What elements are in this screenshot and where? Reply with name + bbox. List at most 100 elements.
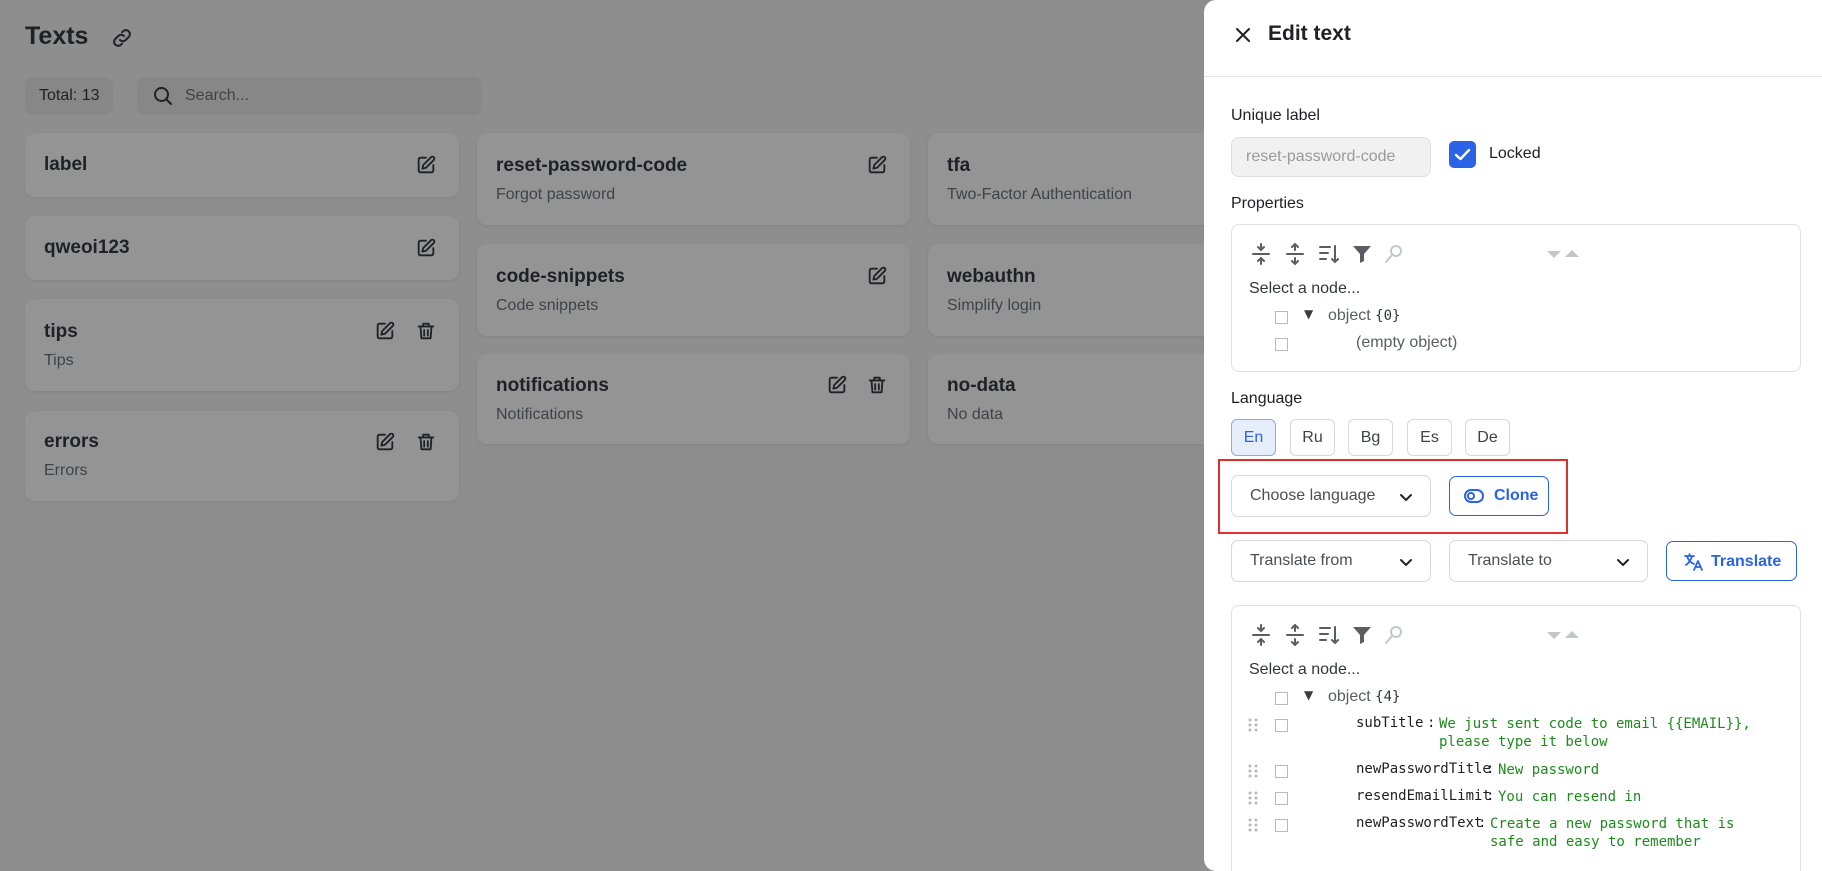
properties-label: Properties: [1231, 195, 1304, 212]
tree-checkbox[interactable]: [1275, 819, 1288, 832]
card-title: notifications: [496, 375, 609, 396]
card-subtitle: Notifications: [496, 406, 584, 423]
tree-value[interactable]: Create a new password that is safe and e…: [1490, 815, 1734, 851]
translate-icon: [1684, 553, 1703, 571]
dropdown-label: Translate from: [1250, 552, 1353, 569]
close-icon[interactable]: [1232, 24, 1254, 46]
tree-entry-row[interactable]: resendEmailLimit : You can resend in: [1232, 788, 1792, 810]
card-title: reset-password-code: [496, 155, 688, 176]
clone-button[interactable]: Clone: [1449, 476, 1549, 516]
search-icon[interactable]: [1383, 243, 1405, 265]
text-card-webauthn[interactable]: webauthn Simplify login: [928, 244, 1228, 336]
translate-from-dropdown[interactable]: Translate from: [1231, 540, 1431, 582]
search-icon[interactable]: [1383, 624, 1405, 646]
language-tab-de[interactable]: De: [1465, 419, 1510, 456]
collapse-all-icon[interactable]: [1284, 624, 1306, 646]
tree-checkbox[interactable]: [1275, 719, 1288, 732]
drag-handle-icon[interactable]: [1247, 817, 1259, 833]
text-card-no-data[interactable]: no-data No data: [928, 354, 1228, 444]
tree-key: subTitle: [1356, 715, 1424, 731]
tree-checkbox[interactable]: [1275, 311, 1288, 324]
text-card-qweoi123[interactable]: qweoi123: [25, 216, 459, 280]
next-match-icon[interactable]: [1561, 624, 1583, 646]
card-subtitle: Code snippets: [496, 297, 599, 314]
unique-label-label: Unique label: [1231, 107, 1320, 124]
text-card-code-snippets[interactable]: code-snippets Code snippets: [477, 244, 910, 336]
card-subtitle: Two-Factor Authentication: [947, 186, 1132, 203]
translate-button[interactable]: Translate: [1666, 541, 1797, 581]
card-title: errors: [44, 431, 99, 452]
edit-icon[interactable]: [826, 374, 848, 396]
language-tab-ru[interactable]: Ru: [1290, 419, 1335, 456]
dropdown-label: Translate to: [1468, 552, 1552, 569]
locked-label: Locked: [1489, 145, 1541, 162]
tree-entry-row[interactable]: subTitle : We just sent code to email {{…: [1232, 715, 1792, 755]
card-title: tfa: [947, 155, 971, 176]
expand-all-icon[interactable]: [1250, 243, 1272, 265]
tree-checkbox[interactable]: [1275, 792, 1288, 805]
tree-key: resendEmailLimit: [1356, 788, 1491, 804]
expand-caret-icon[interactable]: ▼: [1304, 307, 1313, 321]
locked-checkbox[interactable]: [1449, 141, 1476, 168]
total-count-badge: Total: 13: [25, 77, 114, 115]
edit-icon[interactable]: [374, 320, 396, 342]
filter-icon[interactable]: [1351, 624, 1373, 646]
edit-icon[interactable]: [374, 431, 396, 453]
edit-icon[interactable]: [866, 265, 888, 287]
sort-icon[interactable]: [1318, 243, 1340, 265]
filter-icon[interactable]: [1351, 243, 1373, 265]
text-card-label[interactable]: label: [25, 133, 459, 197]
collapse-all-icon[interactable]: [1284, 243, 1306, 265]
trash-icon[interactable]: [866, 374, 888, 396]
tree-entry-row[interactable]: newPasswordTitle : New password: [1232, 761, 1792, 783]
tree-empty-row: (empty object): [1232, 334, 1792, 356]
tree-checkbox[interactable]: [1275, 338, 1288, 351]
trash-icon[interactable]: [415, 320, 437, 342]
tree-value[interactable]: New password: [1498, 761, 1599, 779]
json-select-node: Select a node...: [1249, 661, 1361, 678]
card-title: label: [44, 154, 88, 175]
drawer-header: Edit text: [1204, 0, 1822, 77]
trash-icon[interactable]: [415, 431, 437, 453]
language-label: Language: [1231, 390, 1303, 407]
edit-icon[interactable]: [866, 154, 888, 176]
search-icon: [154, 87, 172, 105]
edit-icon[interactable]: [415, 154, 437, 176]
tree-value[interactable]: We just sent code to email {{EMAIL}}, pl…: [1439, 715, 1751, 751]
unique-label-input[interactable]: [1231, 137, 1431, 177]
card-title: qweoi123: [44, 237, 130, 258]
tree-value[interactable]: You can resend in: [1498, 788, 1641, 806]
content-json-editor[interactable]: Select a node... ▼ object {4} subTitle :…: [1231, 605, 1801, 871]
tree-entry-row[interactable]: newPasswordText : Create a new password …: [1232, 815, 1792, 855]
language-tab-bg[interactable]: Bg: [1348, 419, 1393, 456]
properties-json-editor[interactable]: Select a node... ▼ object {0} (empty obj…: [1231, 224, 1801, 372]
expand-caret-icon[interactable]: ▼: [1304, 688, 1313, 702]
edit-icon[interactable]: [415, 237, 437, 259]
expand-all-icon[interactable]: [1250, 624, 1272, 646]
language-tab-es[interactable]: Es: [1407, 419, 1452, 456]
search-box[interactable]: [137, 77, 482, 115]
tree-checkbox[interactable]: [1275, 692, 1288, 705]
drag-handle-icon[interactable]: [1247, 790, 1259, 806]
text-card-reset-password-code[interactable]: reset-password-code Forgot password: [477, 133, 910, 225]
choose-language-dropdown[interactable]: Choose language: [1231, 475, 1431, 517]
sort-icon[interactable]: [1318, 624, 1340, 646]
next-match-icon[interactable]: [1561, 243, 1583, 265]
tree-root-row[interactable]: ▼ object {4}: [1232, 688, 1792, 710]
search-input[interactable]: [185, 77, 465, 115]
text-card-tips[interactable]: tips Tips: [25, 299, 459, 391]
drag-handle-icon[interactable]: [1247, 717, 1259, 733]
tree-key: newPasswordTitle: [1356, 761, 1491, 777]
translate-to-dropdown[interactable]: Translate to: [1449, 540, 1648, 582]
tree-checkbox[interactable]: [1275, 765, 1288, 778]
text-card-notifications[interactable]: notifications Notifications: [477, 354, 910, 444]
link-icon[interactable]: [110, 26, 134, 50]
text-card-tfa[interactable]: tfa Two-Factor Authentication: [928, 133, 1228, 225]
language-tab-en[interactable]: En: [1231, 419, 1276, 456]
chevron-down-icon: [1400, 494, 1412, 502]
tree-root-row[interactable]: ▼ object {0}: [1232, 307, 1792, 329]
drag-handle-icon[interactable]: [1247, 763, 1259, 779]
tree-separator: :: [1427, 715, 1436, 731]
text-card-errors[interactable]: errors Errors: [25, 411, 459, 501]
drawer-title: Edit text: [1268, 22, 1351, 45]
